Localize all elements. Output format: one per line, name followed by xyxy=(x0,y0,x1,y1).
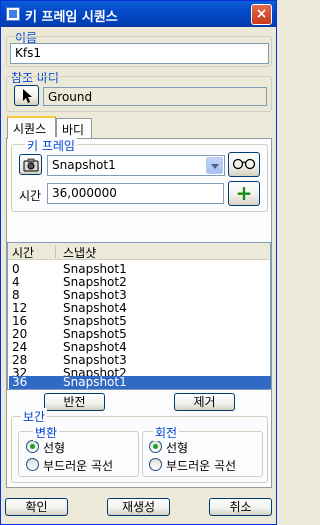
row-time: 36 xyxy=(12,375,28,389)
row-snapshot: Snapshot1 xyxy=(63,375,127,389)
name-input[interactable]: Kfs1 xyxy=(10,43,269,64)
time-label: 시간 xyxy=(19,189,42,203)
translation-linear-label[interactable]: 선형 xyxy=(43,439,65,456)
close-button[interactable]: × xyxy=(251,4,272,25)
glasses-icon xyxy=(232,158,256,170)
tab-body[interactable]: 바디 xyxy=(56,118,92,138)
keyframe-sequence-dialog: 키 프레임 시퀀스 × 이름 Kfs1 참조 바디 Ground 시퀀스 바디 … xyxy=(0,0,277,525)
column-divider[interactable] xyxy=(55,245,56,258)
app-icon xyxy=(6,7,20,21)
table-row[interactable]: 8 Snapshot3 xyxy=(9,289,271,302)
window-title: 키 프레임 시퀀스 xyxy=(25,10,118,25)
regenerate-button[interactable]: 재생성 xyxy=(107,498,170,516)
time-input[interactable]: 36,000000 xyxy=(47,183,224,204)
rotation-label: 회전 xyxy=(153,424,180,441)
keyframe-list[interactable]: 시간 스냅샷 0 Snapshot1 4 Snapshot2 8 Snapshot3 … xyxy=(7,242,271,390)
table-row[interactable]: 28 Snapshot3 xyxy=(9,354,271,367)
reference-body-field: Ground xyxy=(43,87,267,106)
translation-smooth-radio[interactable] xyxy=(26,458,39,471)
snapshot-button[interactable] xyxy=(19,154,42,175)
table-row[interactable]: 20 Snapshot5 xyxy=(9,328,271,341)
pick-body-button[interactable] xyxy=(14,85,39,106)
rotation-smooth-label[interactable]: 부드러운 곡선 xyxy=(166,457,236,474)
view-snapshot-button[interactable] xyxy=(228,152,260,177)
keyframe-label: 키 프레임 xyxy=(25,137,77,154)
title-bar[interactable]: 키 프레임 시퀀스 × xyxy=(1,1,276,27)
snapshot-dropdown-value: Snapshot1 xyxy=(52,158,116,172)
cursor-arrow-icon xyxy=(22,89,32,103)
rotation-linear-radio[interactable] xyxy=(149,440,162,453)
interpolation-label: 보간 xyxy=(21,408,48,425)
table-row[interactable]: 12 Snapshot4 xyxy=(9,302,271,315)
list-header: 시간 스냅샷 xyxy=(8,243,270,260)
chevron-down-icon[interactable] xyxy=(206,157,223,174)
cancel-button[interactable]: 취소 xyxy=(209,498,272,516)
rotation-linear-label[interactable]: 선형 xyxy=(166,439,188,456)
snapshot-dropdown[interactable]: Snapshot1 xyxy=(47,155,225,176)
column-header-time[interactable]: 시간 xyxy=(12,244,34,261)
camera-icon xyxy=(23,158,38,172)
table-row[interactable]: 16 Snapshot5 xyxy=(9,315,271,328)
tab-sequence[interactable]: 시퀀스 xyxy=(7,116,56,139)
ok-button[interactable]: 확인 xyxy=(5,498,68,516)
table-row-selected[interactable]: 36 Snapshot1 xyxy=(9,376,271,389)
remove-button[interactable]: 제거 xyxy=(174,393,235,411)
add-keyframe-button[interactable]: + xyxy=(228,181,260,206)
reverse-button[interactable]: 반전 xyxy=(44,393,105,411)
translation-label: 변환 xyxy=(33,424,60,441)
rotation-smooth-radio[interactable] xyxy=(149,458,162,471)
table-row[interactable]: 24 Snapshot4 xyxy=(9,341,271,354)
table-row[interactable]: 4 Snapshot2 xyxy=(9,276,271,289)
translation-linear-radio[interactable] xyxy=(26,440,39,453)
plus-icon: + xyxy=(235,181,253,205)
table-row[interactable]: 0 Snapshot1 xyxy=(9,263,271,276)
column-header-snapshot[interactable]: 스냅샷 xyxy=(63,244,96,261)
translation-smooth-label[interactable]: 부드러운 곡선 xyxy=(43,457,113,474)
